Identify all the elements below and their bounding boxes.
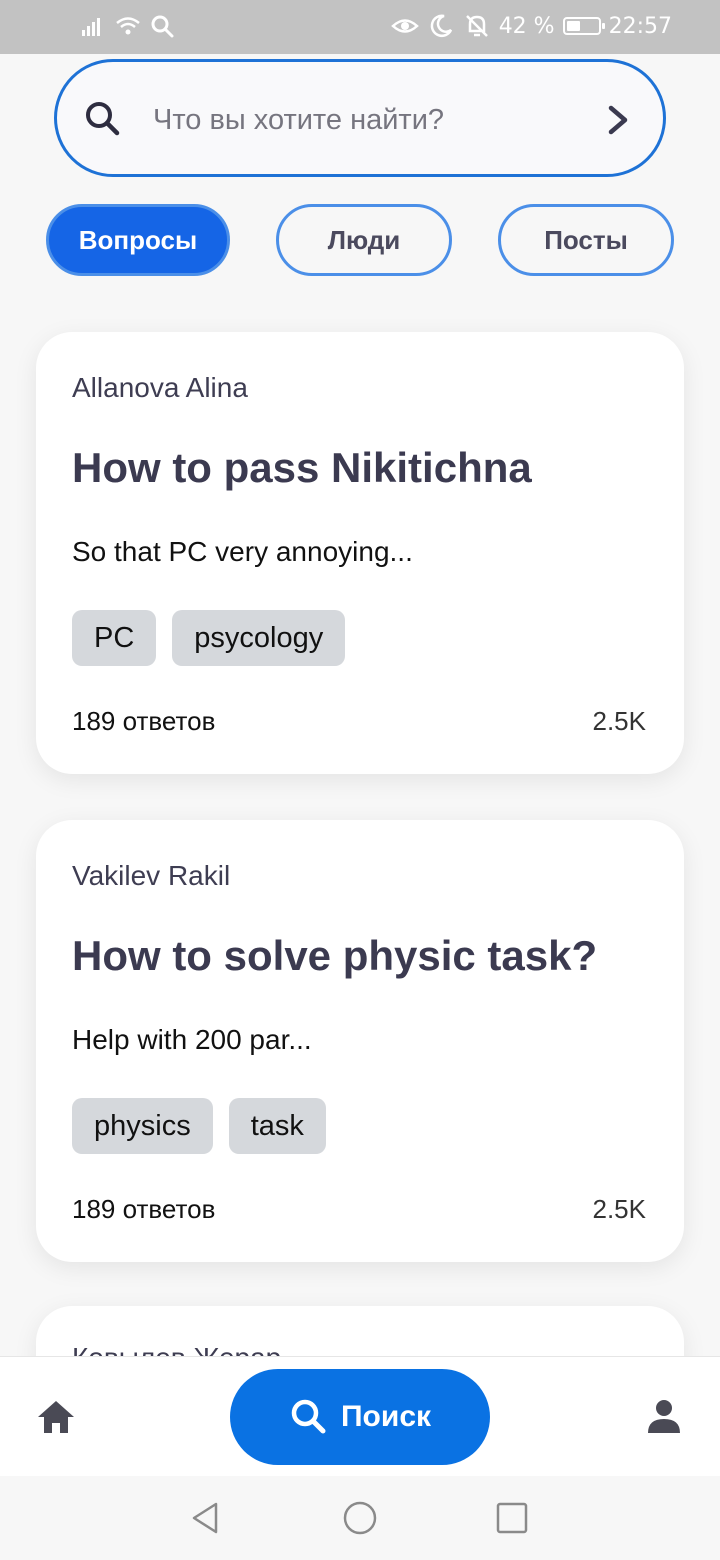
search-nav-label: Поиск	[340, 1400, 432, 1433]
search-bar[interactable]	[54, 59, 666, 177]
tag-list: physics task	[72, 1098, 326, 1154]
question-snippet: So that PC very annoying...	[72, 536, 413, 567]
search-icon	[86, 102, 120, 136]
status-icons-left	[80, 12, 176, 40]
filter-posts[interactable]: Посты	[498, 204, 674, 276]
answers-count: 189 ответов	[72, 706, 216, 736]
search-icon	[151, 15, 174, 38]
home-icon[interactable]	[34, 1395, 78, 1439]
signal-icon	[82, 18, 100, 36]
question-title[interactable]: How to pass Nikitichna	[72, 444, 532, 492]
moon-icon	[430, 14, 452, 37]
recents-icon[interactable]	[494, 1500, 530, 1536]
filter-label: Вопросы	[78, 224, 198, 255]
question-card[interactable]: Vakilev Rakil How to solve physic task? …	[36, 820, 684, 1262]
battery-icon	[562, 17, 605, 35]
eye-icon	[390, 19, 419, 33]
home-circle-icon[interactable]	[342, 1500, 378, 1536]
wifi-icon	[116, 17, 140, 35]
search-nav-button[interactable]: Поиск	[230, 1369, 490, 1465]
back-icon[interactable]	[188, 1500, 224, 1536]
search-input[interactable]	[153, 92, 573, 148]
filter-questions[interactable]: Вопросы	[46, 204, 230, 276]
system-nav-bar	[0, 1476, 720, 1560]
tag[interactable]: physics	[72, 1098, 213, 1154]
status-icons-right: 42 % 22:57	[390, 12, 672, 40]
bell-off-icon	[465, 15, 488, 37]
question-author[interactable]: Vakilev Rakil	[72, 860, 230, 892]
clock: 22:57	[608, 13, 672, 39]
question-card[interactable]: Allanova Alina How to pass Nikitichna So…	[36, 332, 684, 774]
question-author[interactable]: Allanova Alina	[72, 372, 248, 404]
question-title[interactable]: How to solve physic task?	[72, 932, 597, 980]
tag[interactable]: task	[228, 1098, 326, 1154]
status-bar: 42 % 22:57	[0, 0, 720, 54]
chevron-right-icon[interactable]	[601, 102, 635, 138]
battery-percent: 42 %	[498, 13, 555, 39]
tag[interactable]: PC	[72, 610, 157, 666]
search-icon	[291, 1399, 326, 1434]
filter-label: Посты	[544, 224, 628, 255]
question-snippet: Help with 200 par...	[72, 1024, 312, 1055]
views-count: 2.5K	[592, 706, 647, 736]
answers-count: 189 ответов	[72, 1194, 216, 1224]
tag-list: PC psycology	[72, 610, 346, 666]
views-count: 2.5K	[592, 1194, 647, 1224]
filter-people[interactable]: Люди	[276, 204, 452, 276]
bottom-nav: Поиск	[0, 1356, 720, 1477]
tag[interactable]: psycology	[172, 610, 346, 666]
profile-icon[interactable]	[642, 1395, 686, 1439]
filter-label: Люди	[327, 224, 401, 255]
